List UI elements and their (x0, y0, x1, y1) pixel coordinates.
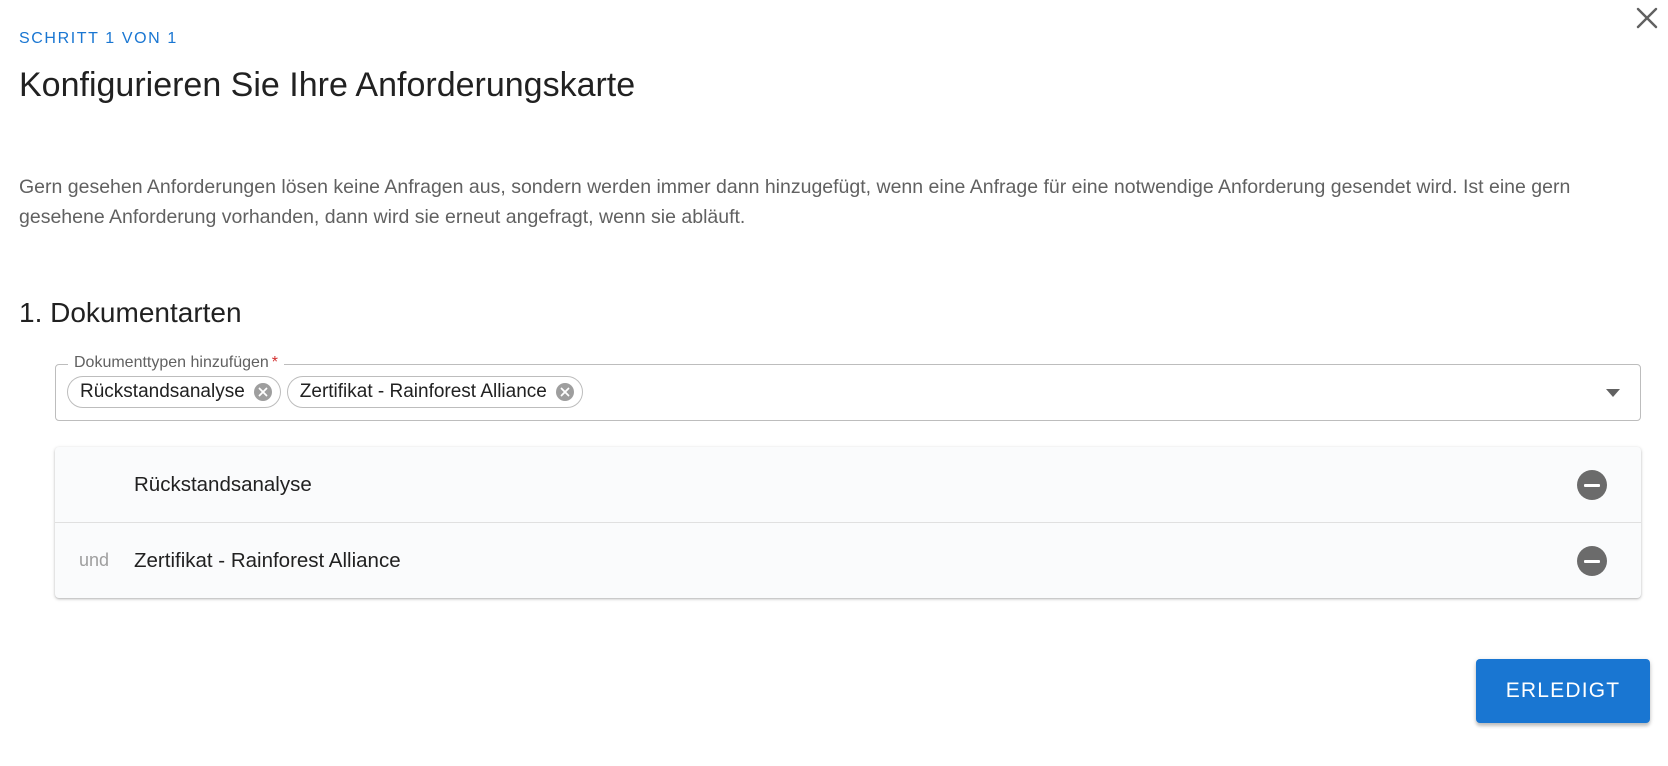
step-indicator: SCHRITT 1 VON 1 (19, 30, 178, 47)
document-types-select[interactable]: Dokumenttypen hinzufügen * Rückstandsanal… (55, 354, 1641, 421)
remove-circle-icon (1584, 559, 1600, 563)
selected-chips: Rückstandsanalyse Zertifikat - Rainfores… (67, 376, 583, 408)
dialog-title: Konfigurieren Sie Ihre Anforderungskarte (19, 66, 636, 104)
chip-zertifikat-rainforest-alliance[interactable]: Zertifikat - Rainforest Alliance (286, 376, 583, 408)
section-title: 1. Dokumentarten (19, 297, 242, 328)
document-types-label: Dokumenttypen hinzufügen * (68, 354, 285, 372)
cancel-circle-icon[interactable] (253, 382, 274, 403)
chip-label: Zertifikat - Rainforest Alliance (299, 381, 547, 402)
requirements-list: Rückstandsanalyse und Zertifikat - Rainf… (55, 447, 1641, 598)
chip-rueckstandsanalyse[interactable]: Rückstandsanalyse (67, 376, 281, 408)
list-item: und Zertifikat - Rainforest Alliance (55, 522, 1641, 597)
requirement-card-dialog: SCHRITT 1 VON 1 Konfigurieren Sie Ihre A… (0, 0, 1668, 766)
close-icon (1636, 7, 1658, 29)
chip-label: Rückstandsanalyse (80, 381, 245, 402)
close-button[interactable] (1632, 3, 1662, 33)
remove-circle-icon (1584, 483, 1600, 487)
requirement-label: Zertifikat - Rainforest Alliance (134, 549, 401, 572)
requirement-label: Rückstandsanalyse (134, 473, 312, 496)
remove-requirement-button[interactable] (1577, 470, 1607, 500)
done-button[interactable]: ERLEDIGT (1476, 659, 1650, 723)
cancel-circle-icon[interactable] (555, 382, 576, 403)
dialog-description: Gern gesehen Anforderungen lösen keine A… (19, 176, 1571, 228)
remove-requirement-button[interactable] (1577, 546, 1607, 576)
field-label-text: Dokumenttypen hinzufügen (74, 354, 269, 371)
required-marker: * (271, 354, 279, 371)
list-item: Rückstandsanalyse (55, 447, 1641, 522)
conjunction-label: und (79, 550, 110, 570)
arrow-drop-down-icon[interactable] (1604, 385, 1622, 401)
